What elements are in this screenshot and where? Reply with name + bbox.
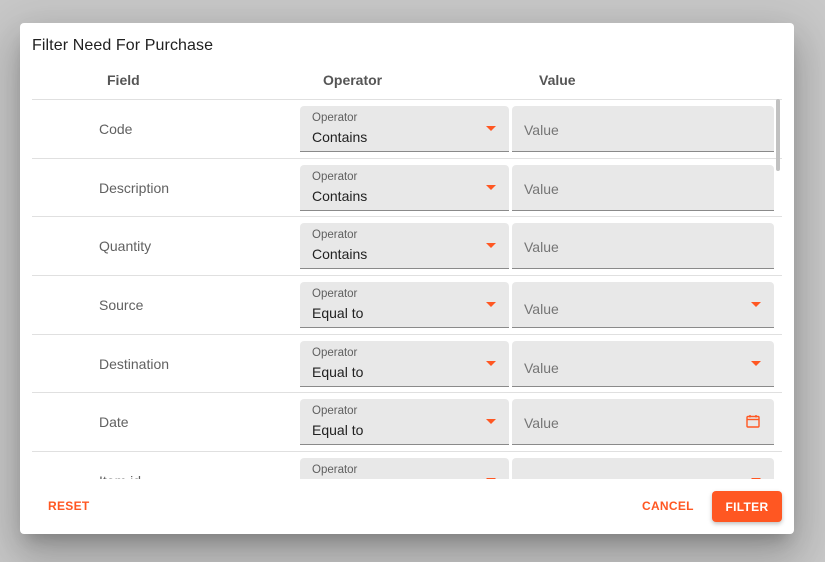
filter-row: Destination Operator Equal to Value xyxy=(32,335,782,394)
value-placeholder: Value xyxy=(524,301,559,318)
filter-row: Source Operator Equal to Value xyxy=(32,276,782,335)
filter-rows-list: Code Operator Contains Value Description… xyxy=(32,99,782,479)
filter-row: Date Operator Equal to Value xyxy=(32,393,782,453)
field-label: Date xyxy=(99,414,129,431)
filter-row: Item id Operator Value xyxy=(32,452,782,479)
chevron-down-icon[interactable] xyxy=(486,243,496,249)
value-placeholder: Value xyxy=(524,477,559,479)
field-label: Destination xyxy=(99,355,170,372)
chevron-down-icon[interactable] xyxy=(751,478,761,479)
operator-select-label: Operator xyxy=(312,405,358,418)
chevron-down-icon[interactable] xyxy=(486,419,496,425)
scrollbar[interactable] xyxy=(776,99,782,479)
value-placeholder: Value xyxy=(524,122,559,138)
filter-row: Quantity Operator Contains Value xyxy=(32,217,782,277)
reset-button[interactable]: RESET xyxy=(48,499,90,513)
operator-select[interactable]: Operator Contains xyxy=(300,164,509,211)
field-label: Code xyxy=(99,120,133,137)
operator-select-label: Operator xyxy=(312,170,358,183)
value-input[interactable]: Value xyxy=(512,399,774,446)
value-placeholder: Value xyxy=(524,359,559,376)
operator-select-value: Equal to xyxy=(312,305,364,322)
operator-select[interactable]: Operator Contains xyxy=(300,223,509,270)
operator-select-value: Contains xyxy=(312,187,368,204)
operator-select-value: Contains xyxy=(312,246,368,263)
operator-select[interactable]: Operator Equal to xyxy=(300,340,509,387)
value-input[interactable]: Value xyxy=(512,458,774,479)
operator-select-label: Operator xyxy=(312,464,358,477)
value-input[interactable]: Value xyxy=(512,106,774,152)
filter-row: Description Operator Contains Value xyxy=(32,159,782,218)
scrollbar-thumb[interactable] xyxy=(776,99,780,171)
operator-select-label: Operator xyxy=(312,229,358,242)
chevron-down-icon[interactable] xyxy=(486,184,496,190)
value-input[interactable]: Value xyxy=(512,223,774,270)
column-header-field: Field xyxy=(107,72,140,88)
operator-select-value: Equal to xyxy=(312,363,364,380)
chevron-down-icon[interactable] xyxy=(751,360,761,366)
value-input[interactable]: Value xyxy=(512,282,774,329)
chevron-down-icon[interactable] xyxy=(486,478,496,479)
field-label: Description xyxy=(99,179,170,196)
column-header-operator: Operator xyxy=(323,72,383,88)
operator-select-label: Operator xyxy=(312,346,358,359)
operator-select[interactable]: Operator xyxy=(300,458,509,479)
filter-row: Code Operator Contains Value xyxy=(32,100,782,159)
operator-select-label: Operator xyxy=(312,288,358,301)
field-label: Source xyxy=(99,296,144,313)
cancel-button[interactable]: CANCEL xyxy=(642,499,694,513)
operator-select[interactable]: Operator Equal to xyxy=(300,282,509,329)
operator-select[interactable]: Operator Equal to xyxy=(300,399,509,446)
value-placeholder: Value xyxy=(524,180,559,197)
column-header-value: Value xyxy=(539,72,576,88)
operator-select-label: Operator xyxy=(312,112,358,124)
field-label: Quantity xyxy=(99,238,152,255)
operator-select-value: Equal to xyxy=(312,422,364,439)
calendar-icon[interactable] xyxy=(746,414,760,429)
chevron-down-icon[interactable] xyxy=(486,302,496,308)
filter-dialog: Filter Need For Purchase Field Operator … xyxy=(20,23,794,534)
chevron-down-icon[interactable] xyxy=(486,360,496,366)
dialog-title: Filter Need For Purchase xyxy=(32,37,214,54)
value-input[interactable]: Value xyxy=(512,340,774,387)
value-input[interactable]: Value xyxy=(512,164,774,211)
filter-button[interactable]: FILTER xyxy=(712,491,782,522)
value-placeholder: Value xyxy=(524,239,559,256)
operator-select-value: Contains xyxy=(312,129,368,145)
chevron-down-icon[interactable] xyxy=(751,302,761,308)
value-placeholder: Value xyxy=(524,415,559,432)
operator-select[interactable]: Operator Contains xyxy=(300,106,509,152)
chevron-down-icon[interactable] xyxy=(486,126,496,131)
field-label: Item id xyxy=(99,473,141,479)
